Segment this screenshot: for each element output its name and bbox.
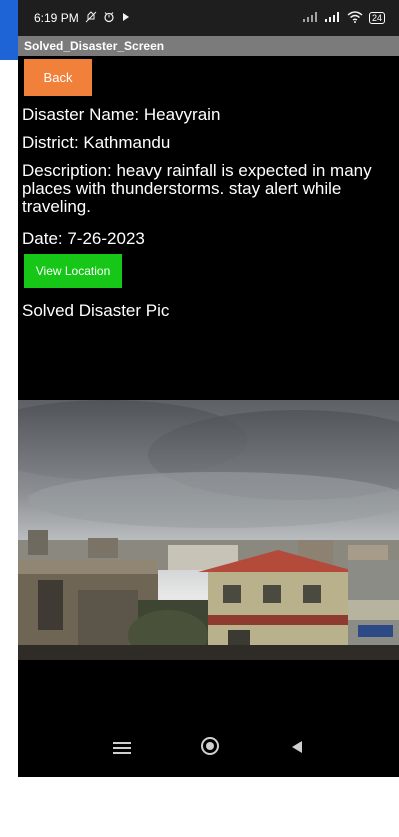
solved-disaster-pic-label: Solved Disaster Pic	[22, 301, 170, 320]
wifi-icon	[347, 10, 363, 26]
alarm-icon	[103, 11, 115, 26]
home-icon[interactable]	[200, 736, 220, 762]
back-button[interactable]: Back	[24, 59, 92, 96]
disaster-name: Disaster Name: Heavyrain	[22, 105, 221, 124]
recent-apps-icon[interactable]	[112, 738, 131, 761]
status-bar: 6:19 PM 24	[18, 0, 399, 36]
status-right: 24	[302, 10, 385, 26]
status-left: 6:19 PM	[34, 10, 131, 26]
screen-title-bar: Solved_Disaster_Screen	[18, 36, 399, 56]
disaster-district: District: Kathmandu	[22, 133, 171, 152]
system-nav-bar	[18, 721, 399, 777]
screen-content: Back Disaster Name: Heavyrain District: …	[18, 56, 399, 721]
signal-icon	[302, 11, 319, 25]
signal-icon	[324, 11, 341, 25]
notification-muted-icon	[85, 10, 97, 26]
back-icon[interactable]	[289, 738, 305, 761]
screen-title: Solved_Disaster_Screen	[24, 39, 165, 53]
phone-screen: 6:19 PM 24 Solved_Disaster_Screen Back D…	[18, 0, 399, 777]
status-time: 6:19 PM	[34, 11, 79, 25]
disaster-description: Description: heavy rainfall is expected …	[22, 161, 372, 216]
solved-disaster-photo	[18, 400, 399, 660]
view-location-button[interactable]: View Location	[24, 254, 122, 288]
background-white-left	[0, 60, 18, 837]
cast-icon	[121, 12, 131, 25]
battery-indicator: 24	[368, 12, 385, 24]
disaster-date: Date: 7-26-2023	[22, 229, 145, 248]
